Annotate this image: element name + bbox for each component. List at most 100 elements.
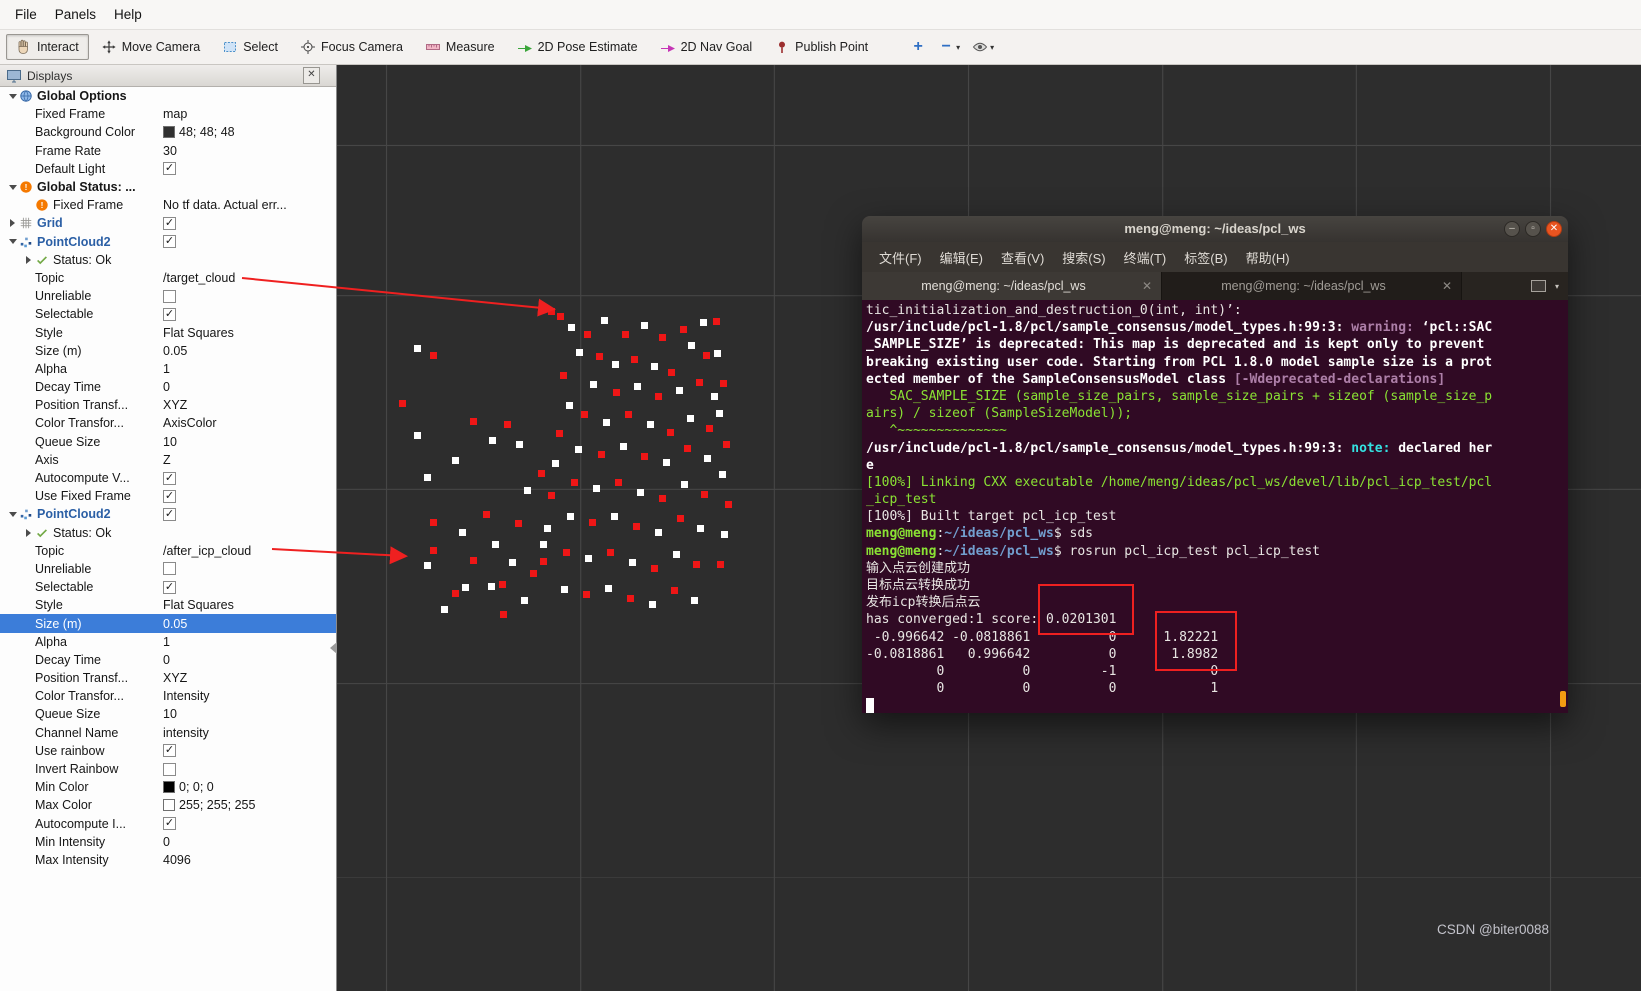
checkbox-checked[interactable]: ✓ [163,235,176,249]
property-value[interactable]: Z [163,453,171,467]
tree-row-status-ok[interactable]: Status: Ok [0,524,336,542]
property-value[interactable]: ✓ [163,489,176,503]
open-terminal-icon[interactable] [1530,280,1546,292]
checkbox-unchecked[interactable] [163,762,176,776]
tree-row-queue-size[interactable]: Queue Size 10 [0,705,336,723]
tree-row-use-rainbow[interactable]: Use rainbow ✓ [0,742,336,760]
property-value[interactable] [163,762,176,776]
terminal-tab-2[interactable]: meng@meng: ~/ideas/pcl_ws ✕ [1162,272,1462,300]
checkbox-checked[interactable]: ✓ [163,216,176,230]
checkbox-unchecked[interactable] [163,562,176,576]
tree-row-unreliable[interactable]: Unreliable [0,560,336,578]
tree-row-color-transfor[interactable]: Color Transfor... AxisColor [0,414,336,432]
checkbox-checked[interactable]: ✓ [163,580,176,594]
checkbox-checked[interactable]: ✓ [163,744,176,758]
2d-nav-goal-button[interactable]: 2D Nav Goal [650,34,763,60]
camera-view-button[interactable]: ▾ [968,36,998,58]
property-value[interactable]: No tf data. Actual err... [163,198,287,212]
property-value[interactable]: XYZ [163,398,187,412]
property-value[interactable]: 1 [163,362,170,376]
tree-row-selectable[interactable]: Selectable ✓ [0,578,336,596]
terminal-tab-1[interactable]: meng@meng: ~/ideas/pcl_ws ✕ [862,272,1162,300]
tree-row-selectable[interactable]: Selectable ✓ [0,305,336,323]
tree-row-channel-name[interactable]: Channel Name intensity [0,724,336,742]
property-value[interactable]: 30 [163,144,177,158]
property-value[interactable]: 10 [163,707,177,721]
property-value[interactable]: 1 [163,635,170,649]
tree-row-frame-rate[interactable]: Frame Rate 30 [0,142,336,160]
expander-icon[interactable] [6,184,19,190]
terminal-menu-item[interactable]: 终端(T) [1115,244,1176,271]
tree-row-color-transfor[interactable]: Color Transfor... Intensity [0,687,336,705]
tab-list-dropdown-icon[interactable]: ▾ [1555,282,1559,291]
property-value[interactable]: 0 [163,380,170,394]
property-value[interactable]: map [163,107,187,121]
panel-collapse-handle[interactable] [330,642,337,654]
tree-row-autocompute-v[interactable]: Autocompute V... ✓ [0,469,336,487]
tree-row-status-ok[interactable]: Status: Ok [0,251,336,269]
zoom-in-button[interactable]: + [906,36,930,58]
tree-row-decay-time[interactable]: Decay Time 0 [0,378,336,396]
property-value[interactable]: ✓ [163,817,176,831]
property-value[interactable]: ✓ [163,307,176,321]
menu-item-panels[interactable]: Panels [46,3,105,26]
property-value[interactable]: AxisColor [163,416,217,430]
tree-row-style[interactable]: Style Flat Squares [0,323,336,341]
tab-close-icon[interactable]: ✕ [1442,279,1452,293]
terminal-menu-item[interactable]: 查看(V) [992,244,1053,271]
property-value[interactable]: 255; 255; 255 [163,798,255,812]
expander-icon[interactable] [6,511,19,517]
tree-row-unreliable[interactable]: Unreliable [0,287,336,305]
expander-icon[interactable] [22,255,35,264]
tree-row-min-intensity[interactable]: Min Intensity 0 [0,833,336,851]
tree-row-size-m[interactable]: Size (m) 0.05 [0,342,336,360]
property-value[interactable]: 48; 48; 48 [163,125,235,139]
expander-icon[interactable] [6,93,19,99]
tree-row-topic[interactable]: Topic/after_icp_cloud [0,542,336,560]
property-value[interactable]: ✓ [163,471,176,485]
expander-icon[interactable] [6,219,19,228]
terminal-menu-item[interactable]: 标签(B) [1175,244,1236,271]
tab-close-icon[interactable]: ✕ [1142,279,1152,293]
select-button[interactable]: Select [212,34,288,60]
tree-row-alpha[interactable]: Alpha 1 [0,633,336,651]
maximize-icon[interactable]: ▫ [1525,221,1541,237]
tree-row-fixed-frame[interactable]: ! Fixed Frame No tf data. Actual err... [0,196,336,214]
close-window-icon[interactable]: ✕ [1546,221,1562,237]
menu-item-help[interactable]: Help [105,3,151,26]
expander-icon[interactable] [6,239,19,245]
tree-row-autocompute-i[interactable]: Autocompute I... ✓ [0,815,336,833]
property-value[interactable]: intensity [163,726,209,740]
terminal-titlebar[interactable]: meng@meng: ~/ideas/pcl_ws – ▫ ✕ [862,216,1568,242]
minimize-icon[interactable]: – [1504,221,1520,237]
property-value[interactable]: 0.05 [163,344,187,358]
property-value[interactable]: Flat Squares [163,326,234,340]
terminal-scrollbar[interactable] [1559,300,1567,711]
property-value[interactable]: ✓ [163,235,176,249]
tree-row-alpha[interactable]: Alpha 1 [0,360,336,378]
tree-row-min-color[interactable]: Min Color 0; 0; 0 [0,778,336,796]
zoom-out-button[interactable]: − ▾ [934,36,964,58]
checkbox-checked[interactable]: ✓ [163,162,176,176]
property-value[interactable]: Intensity [163,689,210,703]
measure-button[interactable]: Measure [415,34,505,60]
property-value[interactable]: ✓ [163,580,176,594]
publish-point-button[interactable]: Publish Point [764,34,878,60]
property-value[interactable]: /after_icp_cloud [163,544,251,558]
menu-item-file[interactable]: File [6,3,46,26]
property-value[interactable]: /target_cloud [163,271,235,285]
checkbox-checked[interactable]: ✓ [163,307,176,321]
tree-row-pointcloud2[interactable]: PointCloud2 ✓ [0,233,336,251]
property-value[interactable]: ✓ [163,216,176,230]
checkbox-checked[interactable]: ✓ [163,507,176,521]
tree-row-fixed-frame[interactable]: Fixed Frame map [0,105,336,123]
tree-row-invert-rainbow[interactable]: Invert Rainbow [0,760,336,778]
tree-row-style[interactable]: Style Flat Squares [0,596,336,614]
interact-button[interactable]: Interact [6,34,89,60]
move-camera-button[interactable]: Move Camera [91,34,211,60]
tree-row-pointcloud2[interactable]: PointCloud2 ✓ [0,505,336,523]
terminal-menu-item[interactable]: 文件(F) [870,244,931,271]
terminal-menu-item[interactable]: 搜索(S) [1053,244,1114,271]
2d-pose-estimate-button[interactable]: 2D Pose Estimate [507,34,648,60]
checkbox-unchecked[interactable] [163,289,176,303]
